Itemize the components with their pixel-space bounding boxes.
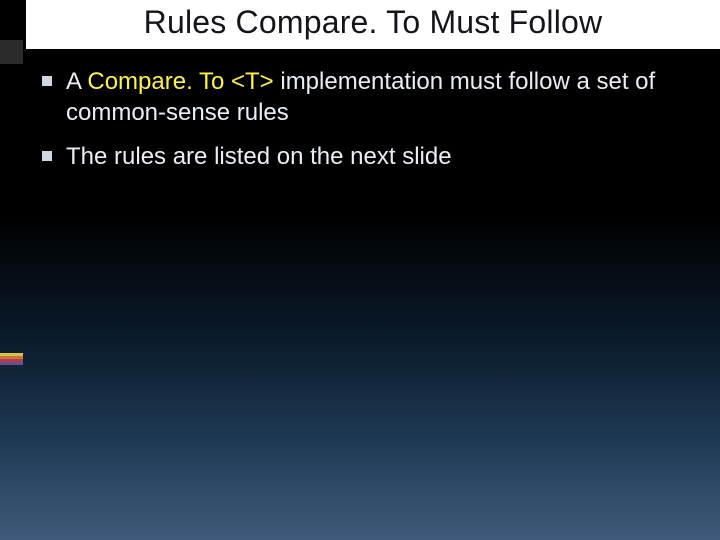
slide: Rules Compare. To Must Follow A Compare.… <box>0 0 720 540</box>
slide-body: A Compare. To <T> implementation must fo… <box>0 49 720 173</box>
accent-stack <box>0 353 23 365</box>
bullet-highlight: Compare. To <T> <box>87 68 273 95</box>
side-marker <box>0 40 23 64</box>
bullet-text: A Compare. To <T> implementation must fo… <box>66 67 690 128</box>
accent-bar <box>0 362 23 365</box>
bullet-pre: The rules are listed on the next slide <box>66 143 452 170</box>
bullet-icon <box>42 151 52 161</box>
bullet-icon <box>42 76 52 86</box>
bullet-pre: A <box>66 68 87 95</box>
list-item: The rules are listed on the next slide <box>42 142 690 173</box>
list-item: A Compare. To <T> implementation must fo… <box>42 67 690 128</box>
bullet-text: The rules are listed on the next slide <box>66 142 690 173</box>
slide-title: Rules Compare. To Must Follow <box>26 4 720 41</box>
title-strip: Rules Compare. To Must Follow <box>26 0 720 49</box>
